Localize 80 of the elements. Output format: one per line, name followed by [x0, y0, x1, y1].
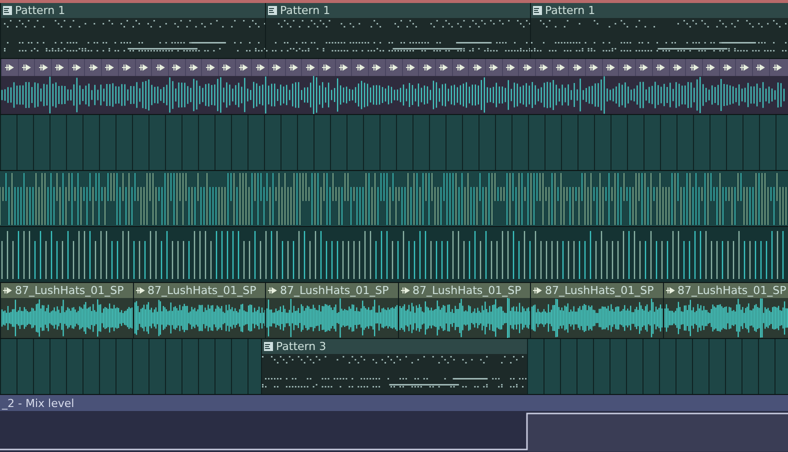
audio-clip-icon — [639, 64, 648, 71]
audio-clip-icon — [522, 64, 532, 71]
audio-clip-icon — [5, 64, 14, 71]
audio-clip-icon — [372, 64, 382, 71]
clip-label: Pattern 1 — [15, 4, 66, 17]
audio-clip-icon — [622, 64, 632, 71]
audio-clip-icon — [339, 64, 348, 71]
audio-clip-icon — [138, 64, 148, 71]
clip-label: 87_LushHats_01_SP — [678, 284, 786, 297]
clip-label: 87_LushHats_01_SP — [412, 284, 522, 297]
audio-clip[interactable]: 87_LushHats_01_SP — [132, 283, 265, 338]
audio-clip-icon — [136, 287, 144, 294]
audio-clip-icon — [206, 64, 215, 71]
audio-clip-icon — [556, 64, 566, 71]
audio-clip-icon — [666, 287, 674, 294]
audio-clip-icon — [122, 64, 132, 71]
audio-clip[interactable]: 87_LushHats_01_SP — [662, 283, 788, 338]
clip-label: Pattern 3 — [276, 340, 326, 353]
audio-clip-icon — [756, 64, 766, 71]
audio-clip[interactable]: 87_LushHats_01_SP — [265, 283, 398, 338]
clip-label: 87_LushHats_01_SP — [148, 284, 256, 297]
audio-clip-icon — [22, 64, 32, 71]
audio-clip-icon — [400, 287, 410, 294]
audio-clip-icon — [690, 64, 699, 71]
audio-clip-icon — [572, 64, 582, 71]
automation-clip-header[interactable]: _2 - Mix level — [0, 395, 788, 411]
audio-clip-icon — [439, 64, 448, 71]
clip-label: _2 - Mix level — [2, 396, 74, 410]
pattern-clip[interactable]: Pattern 3 — [261, 339, 527, 394]
pattern-icon — [268, 6, 277, 15]
clip-label: 87_LushHats_01_SP — [15, 284, 124, 297]
clip-label: 87_LushHats_01_SP — [280, 284, 389, 297]
audio-clip-icon — [322, 64, 332, 71]
audio-clip-icon — [3, 287, 12, 294]
audio-clip-icon — [356, 64, 365, 71]
audio-clip-icon — [88, 64, 98, 71]
clip-label: Pattern 1 — [280, 4, 330, 17]
audio-clip[interactable]: 87_LushHats_01_SP — [0, 283, 132, 338]
clip-label: 87_LushHats_01_SP — [545, 284, 654, 297]
audio-clip-icon — [238, 64, 248, 71]
audio-clip-icon — [222, 64, 232, 71]
pattern-icon — [3, 6, 12, 15]
audio-clip-icon — [188, 64, 198, 71]
pattern-icon — [264, 342, 273, 351]
audio-clip[interactable] — [0, 59, 788, 114]
audio-clip-icon — [422, 64, 432, 71]
pattern-clip[interactable]: Pattern 1 — [0, 3, 265, 58]
audio-clip-icon — [539, 64, 548, 71]
audio-clip-icon — [589, 64, 598, 71]
audio-clip-icon — [472, 64, 482, 71]
audio-clip-icon — [105, 64, 114, 71]
pattern-clip[interactable]: Pattern 1 — [530, 3, 788, 58]
audio-clip-icon — [606, 64, 616, 71]
audio-clip-icon — [722, 64, 732, 71]
audio-clip-icon — [456, 64, 465, 71]
audio-clip-icon — [172, 64, 182, 71]
pattern-icon — [533, 6, 542, 15]
clip-label: Pattern 1 — [545, 4, 596, 17]
audio-clip-icon — [772, 64, 782, 71]
audio-clip-icon — [156, 64, 165, 71]
audio-clip-icon — [306, 64, 315, 71]
audio-clip[interactable]: 87_LushHats_01_SP — [398, 283, 530, 338]
audio-clip[interactable]: 87_LushHats_01_SP — [530, 283, 662, 338]
audio-clip-icon — [656, 64, 666, 71]
audio-clip-icon — [55, 64, 64, 71]
audio-clip-icon — [706, 64, 716, 71]
audio-clip-icon — [289, 64, 298, 71]
audio-clip-icon — [672, 64, 682, 71]
audio-clip-icon — [272, 64, 282, 71]
audio-clip-icon — [740, 64, 749, 71]
audio-clip-icon — [256, 64, 265, 71]
audio-clip-icon — [268, 287, 277, 294]
audio-clip-icon — [72, 64, 82, 71]
audio-clip-icon — [406, 64, 415, 71]
audio-clip-icon — [506, 64, 515, 71]
audio-clip-icon — [389, 64, 398, 71]
audio-clip-icon — [489, 64, 498, 71]
pattern-clip[interactable]: Pattern 1 — [265, 3, 530, 58]
audio-clip-icon — [38, 64, 48, 71]
audio-clip-icon — [533, 287, 542, 294]
